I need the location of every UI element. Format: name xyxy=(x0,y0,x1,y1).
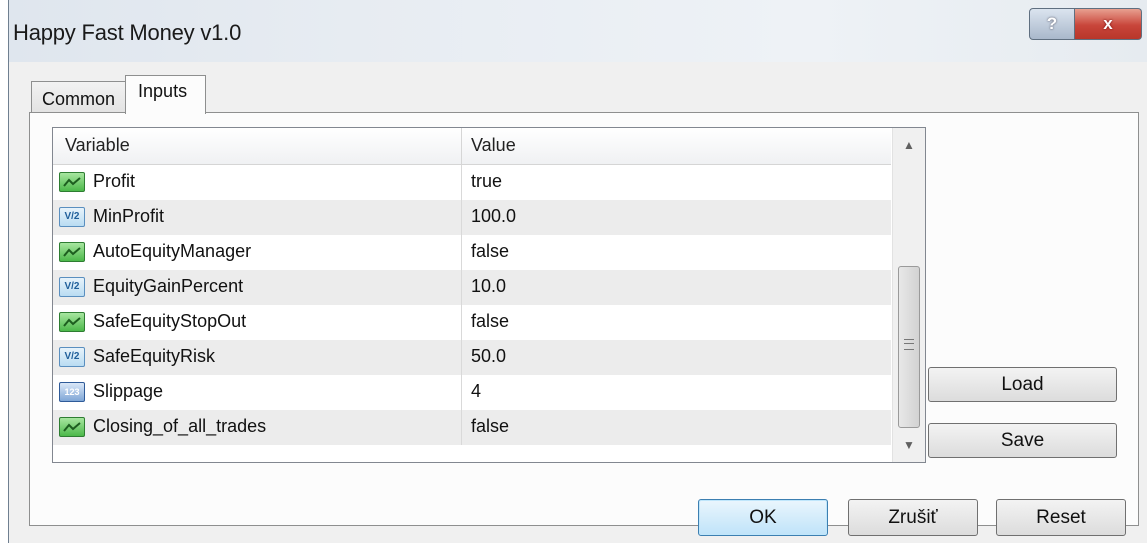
bool-icon xyxy=(59,172,85,192)
table-row[interactable]: V/2 SafeEquityRisk 50.0 xyxy=(53,340,891,375)
inputs-grid: Variable Value Profit true V/2 MinProfit… xyxy=(52,127,926,463)
variable-value[interactable]: 4 xyxy=(471,381,481,402)
column-divider[interactable] xyxy=(461,128,462,164)
tab-inputs[interactable]: Inputs xyxy=(125,75,207,114)
scroll-down-arrow-icon[interactable]: ▼ xyxy=(893,430,925,460)
cell-divider xyxy=(461,375,462,410)
cell-divider xyxy=(461,235,462,270)
cell-divider xyxy=(461,270,462,305)
dialog-window: Happy Fast Money v1.0 ? x Common Inputs … xyxy=(8,0,1147,543)
variable-value[interactable]: 50.0 xyxy=(471,346,506,367)
int-icon: 123 xyxy=(59,382,85,402)
table-row[interactable]: Closing_of_all_trades false xyxy=(53,410,891,445)
window-title: Happy Fast Money v1.0 xyxy=(13,20,242,45)
table-row[interactable]: Profit true xyxy=(53,165,891,200)
grid-header: Variable Value xyxy=(53,128,891,165)
tab-common[interactable]: Common xyxy=(31,81,127,114)
variable-name: Slippage xyxy=(93,381,164,401)
variable-name: Closing_of_all_trades xyxy=(93,416,267,436)
double-icon: V/2 xyxy=(59,207,85,227)
column-header-value[interactable]: Value xyxy=(471,135,516,156)
variable-value[interactable]: false xyxy=(471,241,509,262)
help-button[interactable]: ? xyxy=(1029,8,1075,40)
double-icon: V/2 xyxy=(59,347,85,367)
bool-icon xyxy=(59,312,85,332)
vertical-scrollbar[interactable]: ▲ ▼ xyxy=(892,128,925,462)
cancel-button[interactable]: Zrušiť xyxy=(848,499,978,536)
table-row[interactable]: 123 Slippage 4 xyxy=(53,375,891,410)
table-row[interactable]: V/2 EquityGainPercent 10.0 xyxy=(53,270,891,305)
variable-name: EquityGainPercent xyxy=(93,276,244,296)
bool-icon xyxy=(59,242,85,262)
cell-divider xyxy=(461,200,462,235)
cell-divider xyxy=(461,305,462,340)
variable-name: SafeEquityRisk xyxy=(93,346,216,366)
close-button[interactable]: x xyxy=(1075,8,1142,40)
title-buttons: ? x xyxy=(1029,8,1142,40)
cell-divider xyxy=(461,410,462,445)
variable-value[interactable]: false xyxy=(471,311,509,332)
inputs-panel: Variable Value Profit true V/2 MinProfit… xyxy=(29,112,1139,526)
dialog-body: Common Inputs Variable Value Profit true… xyxy=(9,62,1147,543)
ok-button[interactable]: OK xyxy=(698,499,828,536)
variable-name: SafeEquityStopOut xyxy=(93,311,247,331)
table-row[interactable]: V/2 MinProfit 100.0 xyxy=(53,200,891,235)
variable-name: AutoEquityManager xyxy=(93,241,252,261)
variable-value[interactable]: 100.0 xyxy=(471,206,516,227)
grip-icon xyxy=(904,339,914,350)
save-button[interactable]: Save xyxy=(928,423,1117,458)
bool-icon xyxy=(59,417,85,437)
tab-strip: Common Inputs xyxy=(31,75,207,114)
variable-name: MinProfit xyxy=(93,206,165,226)
variable-value[interactable]: 10.0 xyxy=(471,276,506,297)
table-row[interactable]: SafeEquityStopOut false xyxy=(53,305,891,340)
scroll-up-arrow-icon[interactable]: ▲ xyxy=(893,130,925,160)
reset-button[interactable]: Reset xyxy=(996,499,1126,536)
cell-divider xyxy=(461,165,462,200)
variable-name: Profit xyxy=(93,171,136,191)
double-icon: V/2 xyxy=(59,277,85,297)
variable-value[interactable]: true xyxy=(471,171,502,192)
variable-value[interactable]: false xyxy=(471,416,509,437)
column-header-variable[interactable]: Variable xyxy=(65,135,130,156)
title-bar: Happy Fast Money v1.0 ? x xyxy=(9,0,1147,62)
scrollbar-thumb[interactable] xyxy=(898,266,920,428)
table-row[interactable]: AutoEquityManager false xyxy=(53,235,891,270)
cell-divider xyxy=(461,340,462,375)
load-button[interactable]: Load xyxy=(928,367,1117,402)
